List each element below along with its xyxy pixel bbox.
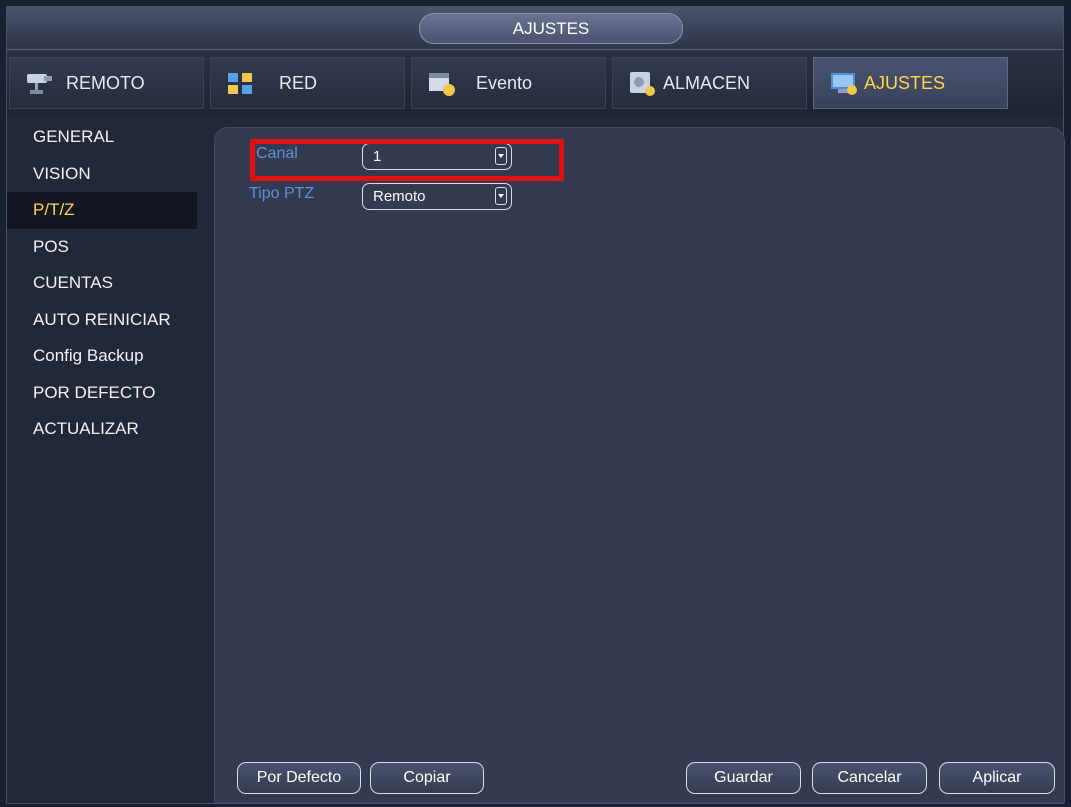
settings-window: AJUSTES REMOTO RED Evento ALMACEN AJUSTE…	[6, 6, 1065, 804]
camera-icon	[24, 69, 56, 97]
sidebar-item-pos[interactable]: POS	[7, 229, 197, 266]
copy-button[interactable]: Copiar	[370, 762, 484, 794]
canal-select[interactable]: 1	[362, 143, 512, 170]
network-icon	[225, 69, 257, 97]
sidebar-item-por-defecto[interactable]: POR DEFECTO	[7, 375, 197, 412]
default-button[interactable]: Por Defecto	[237, 762, 361, 794]
settings-icon	[828, 69, 860, 97]
sidebar-item-cuentas[interactable]: CUENTAS	[7, 265, 197, 302]
sidebar-item-vision[interactable]: VISION	[7, 156, 197, 193]
sidebar-item-general[interactable]: GENERAL	[7, 119, 197, 156]
title-bar: AJUSTES	[7, 7, 1063, 50]
tipo-ptz-label: Tipo PTZ	[249, 185, 315, 202]
tab-label: Evento	[476, 72, 533, 93]
tab-remoto[interactable]: REMOTO	[9, 57, 204, 109]
sidebar-item-auto-reiniciar[interactable]: AUTO REINICIAR	[7, 302, 197, 339]
canal-value: 1	[373, 148, 382, 165]
chevron-down-icon	[495, 187, 507, 205]
tab-almacen[interactable]: ALMACEN	[612, 57, 807, 109]
main-tabs: REMOTO RED Evento ALMACEN AJUSTES	[7, 50, 1063, 116]
sidebar-item-ptz[interactable]: P/T/Z	[7, 192, 197, 229]
canal-label: Canal	[256, 145, 298, 162]
apply-button[interactable]: Aplicar	[939, 762, 1055, 794]
chevron-down-icon	[495, 147, 507, 165]
window-title: AJUSTES	[419, 13, 683, 44]
tab-ajustes[interactable]: AJUSTES	[813, 57, 1008, 109]
tab-label: REMOTO	[66, 72, 145, 93]
storage-icon	[627, 69, 659, 97]
tab-label: ALMACEN	[663, 72, 751, 93]
settings-sidebar: GENERAL VISION P/T/Z POS CUENTAS AUTO RE…	[7, 119, 197, 448]
sidebar-item-actualizar[interactable]: ACTUALIZAR	[7, 411, 197, 448]
tab-label: RED	[279, 72, 318, 93]
tab-evento[interactable]: Evento	[411, 57, 606, 109]
event-icon	[426, 69, 458, 97]
tipo-ptz-value: Remoto	[373, 188, 426, 205]
sidebar-item-config-backup[interactable]: Config Backup	[7, 338, 197, 375]
tab-label: AJUSTES	[864, 72, 946, 93]
tab-red[interactable]: RED	[210, 57, 405, 109]
ptz-settings-panel	[214, 127, 1065, 803]
tipo-ptz-select[interactable]: Remoto	[362, 183, 512, 210]
save-button[interactable]: Guardar	[686, 762, 801, 794]
cancel-button[interactable]: Cancelar	[812, 762, 927, 794]
